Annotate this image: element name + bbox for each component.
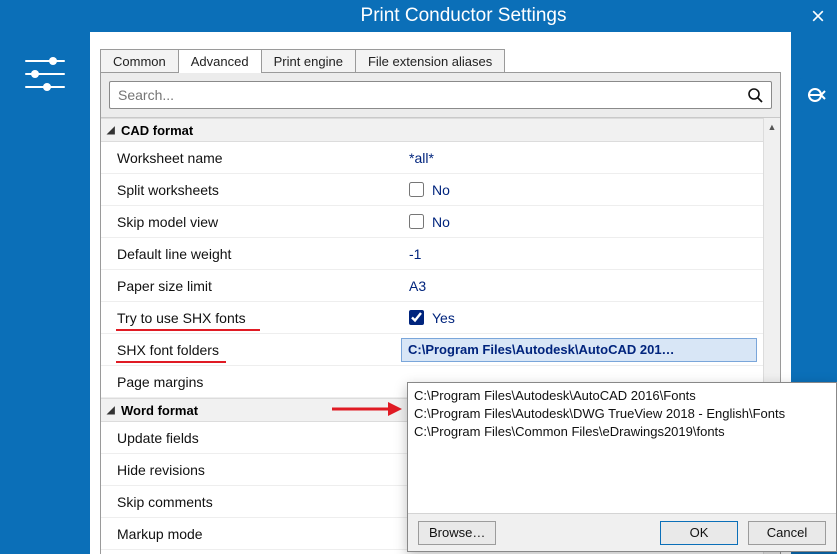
tab-strip: Common Advanced Print engine File extens… [100,44,791,72]
text-use-shx: Yes [432,310,455,326]
popup-button-row: Browse… OK Cancel [408,513,836,551]
list-item[interactable]: C:\Program Files\Autodesk\AutoCAD 2016\F… [414,387,830,405]
tab-advanced[interactable]: Advanced [178,49,262,73]
app-root: Print Conductor Settings Common Advanced… [0,0,837,554]
label-hide-revisions: Hide revisions [101,462,399,478]
row-split-worksheets[interactable]: Split worksheets No [101,174,763,206]
search-icon [747,87,763,103]
shx-folders-popup: C:\Program Files\Autodesk\AutoCAD 2016\F… [407,382,837,552]
value-use-shx[interactable]: Yes [399,310,763,326]
list-item[interactable]: C:\Program Files\Common Files\eDrawings2… [414,423,830,441]
right-badge-icon[interactable] [797,78,837,112]
chevron-down-icon: ◢ [107,405,117,416]
label-split-worksheets: Split worksheets [101,182,399,198]
list-item[interactable]: C:\Program Files\Autodesk\DWG TrueView 2… [414,405,830,423]
browse-button[interactable]: Browse… [418,521,496,545]
checkbox-split-worksheets[interactable] [409,182,424,197]
label-line-weight: Default line weight [101,246,399,262]
scroll-up-button[interactable]: ▲ [764,118,780,135]
checkbox-skip-model[interactable] [409,214,424,229]
chevron-down-icon: ◢ [107,125,117,136]
row-line-weight[interactable]: Default line weight -1 [101,238,763,270]
tab-file-ext[interactable]: File extension aliases [355,49,505,73]
settings-sliders-icon [25,56,65,92]
value-split-worksheets[interactable]: No [399,182,763,198]
label-worksheet-name: Worksheet name [101,150,399,166]
value-paper-size[interactable]: A3 [399,278,763,294]
close-button[interactable] [799,0,837,32]
tab-common[interactable]: Common [100,49,179,73]
label-page-margins: Page margins [101,374,399,390]
label-update-fields: Update fields [101,430,399,446]
row-paper-size[interactable]: Paper size limit A3 [101,270,763,302]
label-shx-folders: SHX font folders [101,342,399,358]
section-cad[interactable]: ◢ CAD format [101,118,763,142]
text-skip-model: No [432,214,450,230]
value-worksheet-name[interactable]: *all* [399,150,763,166]
left-rail [0,32,90,554]
annotation-arrow-icon [330,399,402,419]
label-use-shx: Try to use SHX fonts [101,310,399,326]
value-skip-model[interactable]: No [399,214,763,230]
cancel-button[interactable]: Cancel [748,521,826,545]
row-skip-model-view[interactable]: Skip model view No [101,206,763,238]
search-input[interactable] [118,87,747,103]
label-skip-model: Skip model view [101,214,399,230]
row-worksheet-name[interactable]: Worksheet name *all* [101,142,763,174]
label-paper-size: Paper size limit [101,278,399,294]
value-line-weight[interactable]: -1 [399,246,763,262]
label-skip-comments: Skip comments [101,494,399,510]
ok-button[interactable]: OK [660,521,738,545]
annotation-underline [116,361,226,363]
section-word-title: Word format [121,403,198,418]
section-cad-title: CAD format [121,123,193,138]
window-title: Print Conductor Settings [361,5,567,27]
label-markup-mode: Markup mode [101,526,399,542]
shx-folders-field[interactable]: C:\Program Files\Autodesk\AutoCAD 201… [401,338,757,362]
text-split-worksheets: No [432,182,450,198]
shx-folders-list[interactable]: C:\Program Files\Autodesk\AutoCAD 2016\F… [414,387,830,513]
checkbox-use-shx[interactable] [409,310,424,325]
search-bar [109,81,772,109]
annotation-underline [116,329,260,331]
value-shx-folders[interactable]: C:\Program Files\Autodesk\AutoCAD 201… [399,338,763,362]
tab-print-engine[interactable]: Print engine [261,49,356,73]
titlebar: Print Conductor Settings [90,0,837,32]
